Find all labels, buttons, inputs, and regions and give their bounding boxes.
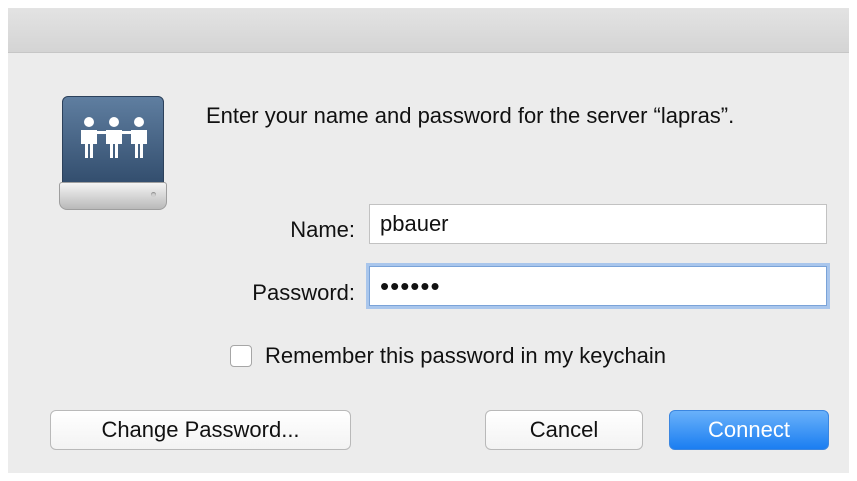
remember-password-checkbox[interactable]: [230, 345, 252, 367]
people-icon: [81, 117, 147, 158]
server-drive-base: [59, 182, 167, 210]
password-field[interactable]: ••••••: [369, 266, 827, 306]
network-server-icon: [59, 96, 167, 214]
login-dialog: Enter your name and password for the ser…: [8, 8, 849, 473]
remember-password-label[interactable]: Remember this password in my keychain: [265, 343, 666, 369]
name-label: Name:: [290, 217, 355, 242]
name-field[interactable]: [369, 204, 827, 244]
change-password-button[interactable]: Change Password...: [50, 410, 351, 450]
dialog-message: Enter your name and password for the ser…: [206, 103, 735, 128]
title-bar: [8, 8, 849, 53]
server-drive-top: [62, 96, 164, 184]
connect-button[interactable]: Connect: [669, 410, 829, 450]
cancel-button[interactable]: Cancel: [485, 410, 643, 450]
password-label: Password:: [252, 280, 355, 305]
